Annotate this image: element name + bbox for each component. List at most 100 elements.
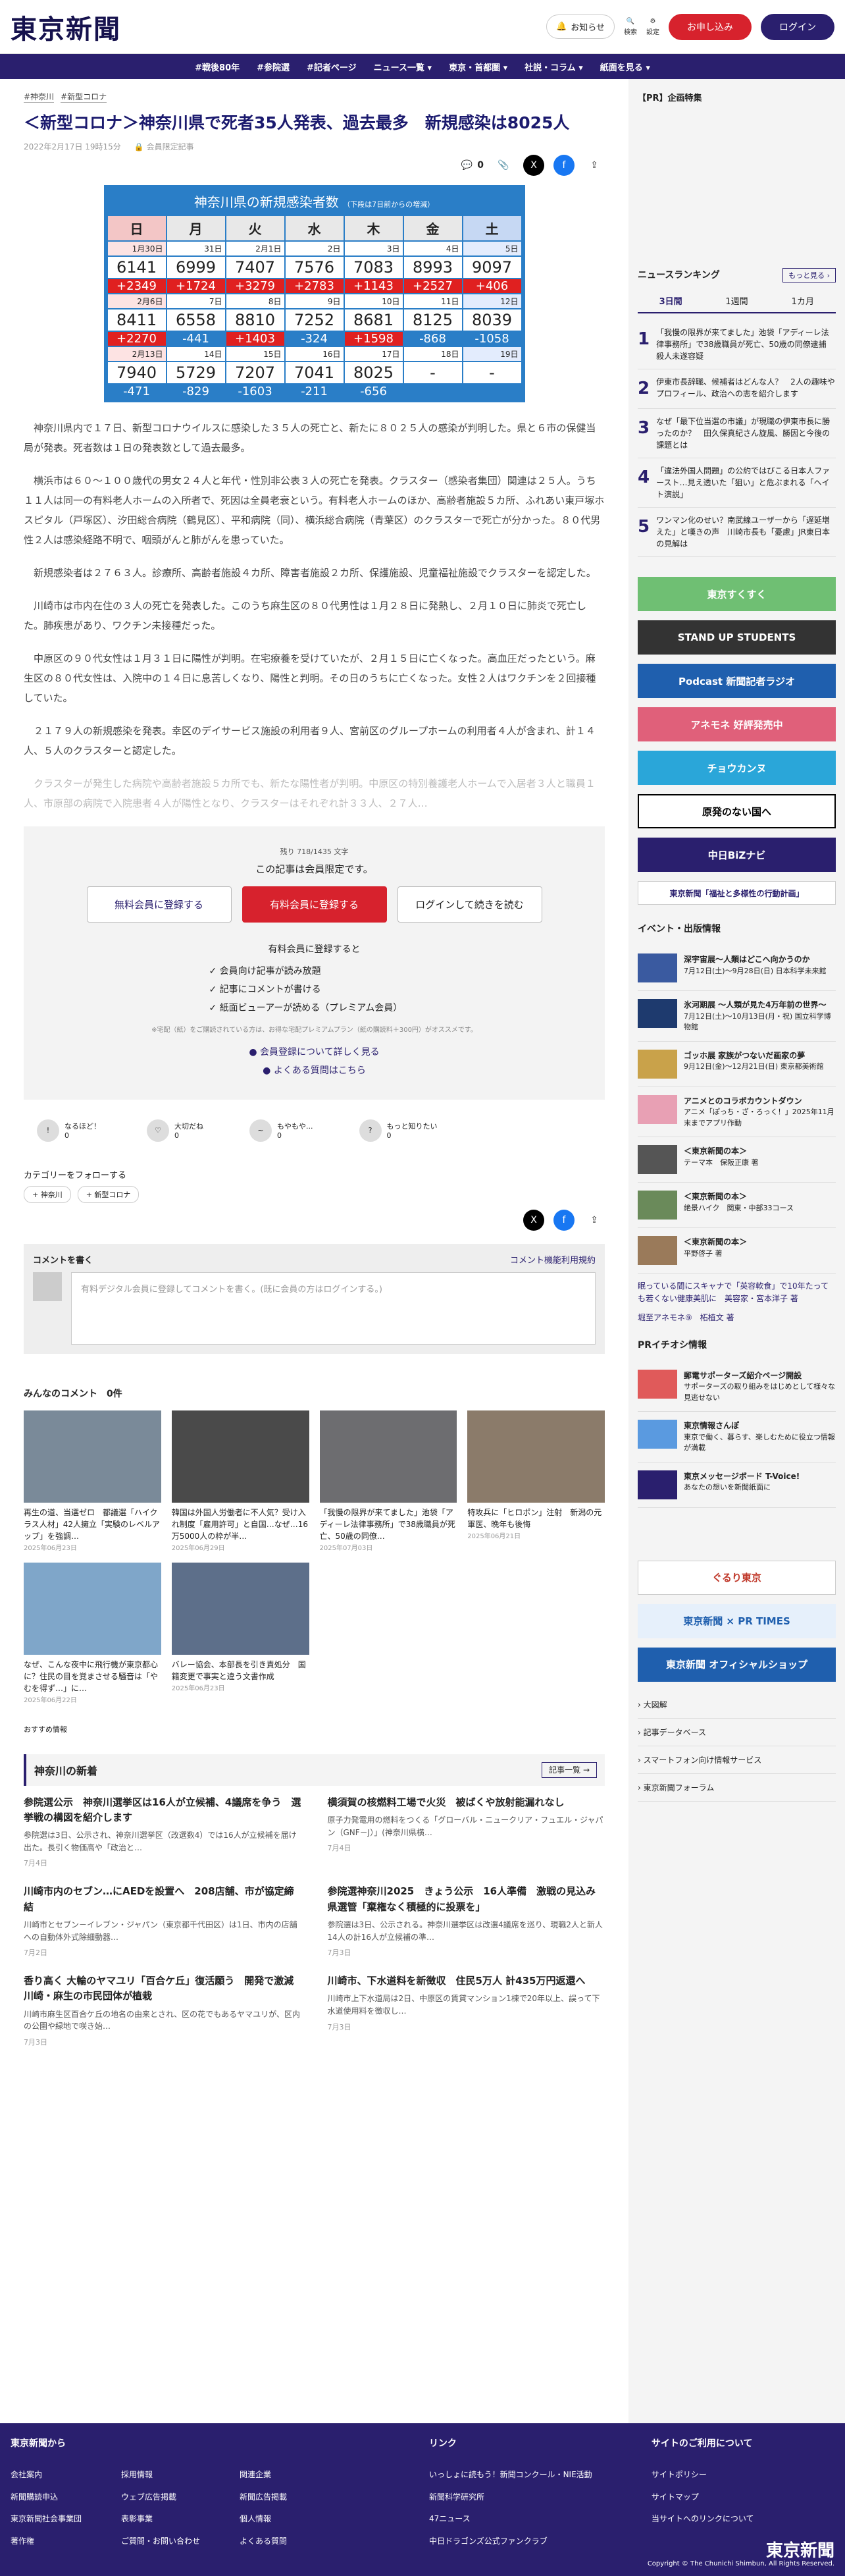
pr-item[interactable]: 東京情報さんぽ 東京で働く、暮らす、楽しむために役立つ情報が満載: [638, 1412, 836, 1462]
footer-link[interactable]: サイトポリシー: [652, 2464, 834, 2486]
reaction-button[interactable]: ♡ 大切だね 0: [147, 1119, 203, 1142]
related-card[interactable]: 再生の道、当選ゼロ 都議選「ハイクラス人材」42人擁立「実験のレベルアップ」を強…: [24, 1410, 161, 1552]
event-item[interactable]: ＜東京新聞の本＞ 絶景ハイク 関東・中部33コース: [638, 1183, 836, 1228]
sponsor-link[interactable]: 眠っている間にスキャナで「英容軟食」で10年たっても若くない健康美肌に 美容家・…: [638, 1280, 836, 1305]
ranking-item[interactable]: 3 なぜ「最下位当選の市議」が現職の伊東市長に勝ったのか？ 田久保真紀さん旋風、勝…: [638, 409, 836, 458]
notify-button[interactable]: 🔔 お知らせ: [546, 14, 615, 39]
footer-link[interactable]: サイトマップ: [652, 2486, 834, 2509]
login-continue-button[interactable]: ログインして続きを読む: [397, 886, 542, 923]
event-item[interactable]: アニメとのコラボカウントダウン アニメ「ぽっち・ざ・ろっく！」2025年11月末ま…: [638, 1087, 836, 1137]
footer-link[interactable]: 中日ドラゴンズ公式ファンクラブ: [429, 2531, 625, 2553]
follow-tag-button[interactable]: + 神奈川: [24, 1185, 71, 1203]
footer-link[interactable]: 新聞購読申込: [11, 2486, 82, 2509]
banner[interactable]: チョウカンヌ: [638, 751, 836, 785]
login-button[interactable]: ログイン: [761, 13, 834, 40]
sidebar-link[interactable]: › スマートフォン向け情報サービス: [638, 1746, 836, 1774]
banner[interactable]: アネモネ 好評発売中: [638, 707, 836, 741]
related-card[interactable]: バレー協会、本部長を引き責処分 国籍変更で事実と違う文書作成 2025年06月23…: [171, 1562, 309, 1704]
footer-link[interactable]: 採用情報: [121, 2464, 200, 2486]
tag-link[interactable]: #新型コロナ: [61, 91, 107, 103]
comment-input[interactable]: 有料デジタル会員に登録してコメントを書く。(既に会員の方はログインする。): [71, 1272, 596, 1345]
pr-item[interactable]: 東京メッセージボード T-Voice! あなたの想いを新聞紙面に: [638, 1462, 836, 1508]
nav-item[interactable]: #戦後80年: [195, 61, 240, 73]
local-news-item[interactable]: 横須賀の核燃料工場で火災 被ばくや放射能漏れなし 原子力発電用の燃料をつくる「グロ…: [328, 1795, 605, 1869]
footer-link[interactable]: 個人情報: [240, 2508, 287, 2531]
related-card[interactable]: 特攻兵に「ヒロポン」注射 新潟の元軍医、晩年も後悔 2025年06月21日: [467, 1410, 605, 1552]
pr-item[interactable]: 郵電サポーターズ紹介ページ開設 サポーターズの取り組みをはじめとして様々な見逃せな…: [638, 1362, 836, 1412]
sponsor-link[interactable]: 堀至アネモネ⑨ 柘植文 著: [638, 1312, 836, 1324]
footer-link[interactable]: 会社案内: [11, 2464, 82, 2486]
follow-tag-button[interactable]: + 新型コロナ: [77, 1185, 140, 1203]
event-item[interactable]: ＜東京新聞の本＞ テーマ本 保阪正康 著: [638, 1137, 836, 1183]
site-logo[interactable]: 東京新聞: [11, 8, 121, 46]
tab-1month[interactable]: 1カ月: [770, 289, 836, 312]
register-button[interactable]: お申し込み: [669, 13, 752, 40]
footer-link[interactable]: 表彰事業: [121, 2508, 200, 2531]
clip-icon[interactable]: 📎: [493, 155, 514, 176]
banner[interactable]: 東京すくすく: [638, 577, 836, 611]
faq-link[interactable]: ● よくある質問はこちら: [50, 1061, 578, 1080]
sidebar-link[interactable]: › 大図解: [638, 1691, 836, 1719]
ranking-item[interactable]: 1 「我慢の限界が来てました」池袋「アディーレ法律事務所」で38歳職員が死亡、50…: [638, 320, 836, 369]
local-news-item[interactable]: 川崎市、下水道料を新徴収 住民5万人 計435万円返還へ 川崎市上下水道局は2日、…: [328, 1973, 605, 2047]
ranking-item[interactable]: 2 伊東市長辞職、候補者はどんな人？ 2人の趣味やプロフィール、政治への志を紹介し…: [638, 369, 836, 409]
sidebar-link[interactable]: › 東京新聞フォーラム: [638, 1774, 836, 1802]
banner[interactable]: STAND UP STUDENTS: [638, 620, 836, 655]
banner[interactable]: 中日BiZナビ: [638, 838, 836, 872]
footer-link[interactable]: ご質問・お問い合わせ: [121, 2531, 200, 2553]
share-icon[interactable]: ⇪: [584, 1210, 605, 1231]
related-card[interactable]: 韓国は外国人労働者に不人気？受け入れ制度「雇用許可」と自国…なぜ…16万5000…: [171, 1410, 309, 1552]
nav-item[interactable]: 社説・コラム ▾: [525, 61, 583, 73]
nav-item[interactable]: #参院選: [257, 61, 290, 73]
banner[interactable]: ぐるり東京: [638, 1560, 836, 1595]
footer-link[interactable]: 当サイトへのリンクについて: [652, 2508, 834, 2531]
search-button[interactable]: 🔍 検索: [624, 18, 637, 36]
ranking-item[interactable]: 5 ワンマン化のせい？南武線ユーザーから「遅延増えた」と嘆きの声 川崎市長も「憂慮…: [638, 508, 836, 557]
x-share-icon[interactable]: X: [523, 154, 544, 176]
footer-link[interactable]: よくある質問: [240, 2531, 287, 2553]
footer-link[interactable]: 新聞科学研究所: [429, 2486, 625, 2509]
banner[interactable]: Podcast 新聞記者ラジオ: [638, 664, 836, 698]
comment-rules-link[interactable]: コメント機能利用規約: [510, 1253, 596, 1266]
local-news-item[interactable]: 香り高く 大輪のヤマユリ「百合ケ丘」復活願う 開発で激減 川崎・麻生の市民団体が…: [24, 1973, 303, 2047]
reaction-button[interactable]: ~ もやもや... 0: [249, 1119, 313, 1142]
reaction-button[interactable]: ? もっと知りたい 0: [359, 1119, 438, 1142]
local-news-item[interactable]: 参院選公示 神奈川選挙区は16人が立候補、4議席を争う 選挙戦の構図を紹介します…: [24, 1795, 301, 1869]
tab-3days[interactable]: 3日間: [638, 289, 704, 312]
footer-link[interactable]: 著作権: [11, 2531, 82, 2553]
footer-link[interactable]: 関連企業: [240, 2464, 287, 2486]
local-news-item[interactable]: 川崎市内のセブン…にAEDを設置へ 208店舗、市が協定締結 川崎市とセブン－イレ…: [24, 1884, 301, 1958]
x-share-icon[interactable]: X: [523, 1209, 544, 1231]
ranking-more-link[interactable]: もっと見る ›: [782, 268, 836, 282]
footer-link[interactable]: いっしょに読もう！新聞コンクール・NIE活動: [429, 2464, 625, 2486]
free-register-button[interactable]: 無料会員に登録する: [86, 886, 232, 923]
local-news-item[interactable]: 参院選神奈川2025 きょう公示 16人準備 激戦の見込み 県選管「棄権なく積極…: [328, 1884, 606, 1958]
footer-link[interactable]: ウェブ広告掲載: [121, 2486, 200, 2509]
tag-link[interactable]: #神奈川: [24, 91, 55, 103]
facebook-share-icon[interactable]: f: [553, 1209, 575, 1231]
local-more-link[interactable]: 記事一覧 →: [542, 1761, 597, 1778]
comment-count[interactable]: 💬 0: [456, 155, 484, 176]
paid-register-button[interactable]: 有料会員に登録する: [242, 886, 387, 923]
event-item[interactable]: ＜東京新聞の本＞ 平野啓子 著: [638, 1228, 836, 1274]
share-icon[interactable]: ⇪: [584, 155, 605, 176]
nav-item[interactable]: 東京・首都圏 ▾: [449, 61, 507, 73]
nav-item[interactable]: 紙面を見る ▾: [600, 61, 650, 73]
banner[interactable]: 東京新聞 オフィシャルショップ: [638, 1647, 836, 1682]
event-item[interactable]: 氷河期展 〜人類が見た4万年前の世界〜 7月12日(土)〜10月13日(月・祝) …: [638, 991, 836, 1042]
ranking-item[interactable]: 4 「違法外国人問題」の公約ではびこる日本人ファースト…見え透いた「狙い」と危ぶま…: [638, 458, 836, 508]
reaction-button[interactable]: ! なるほど！ 0: [37, 1119, 101, 1142]
facebook-share-icon[interactable]: f: [553, 154, 575, 176]
tab-1week[interactable]: 1週間: [704, 289, 769, 312]
nav-item[interactable]: #記者ページ: [307, 61, 357, 73]
membership-info-link[interactable]: ● 会員登録について詳しく見る: [50, 1043, 578, 1061]
banner[interactable]: 東京新聞「福祉と多様性の行動計画」: [638, 881, 836, 905]
nav-item[interactable]: ニュース一覧 ▾: [374, 61, 432, 73]
related-card[interactable]: なぜ、こんな夜中に飛行機が東京都心に？住民の目を覚まさせる騒音は「やむを得ず…」…: [24, 1562, 161, 1704]
sidebar-link[interactable]: › 記事データベース: [638, 1719, 836, 1746]
footer-link[interactable]: 47ニュース: [429, 2508, 625, 2531]
banner[interactable]: 東京新聞 × PR TIMES: [638, 1603, 836, 1638]
footer-link[interactable]: 東京新聞社会事業団: [11, 2508, 82, 2531]
settings-button[interactable]: ⚙ 設定: [646, 18, 659, 36]
related-card[interactable]: 「我慢の限界が来てました」池袋「アディーレ法律事務所」で38歳職員が死亡、50歳…: [319, 1410, 457, 1552]
